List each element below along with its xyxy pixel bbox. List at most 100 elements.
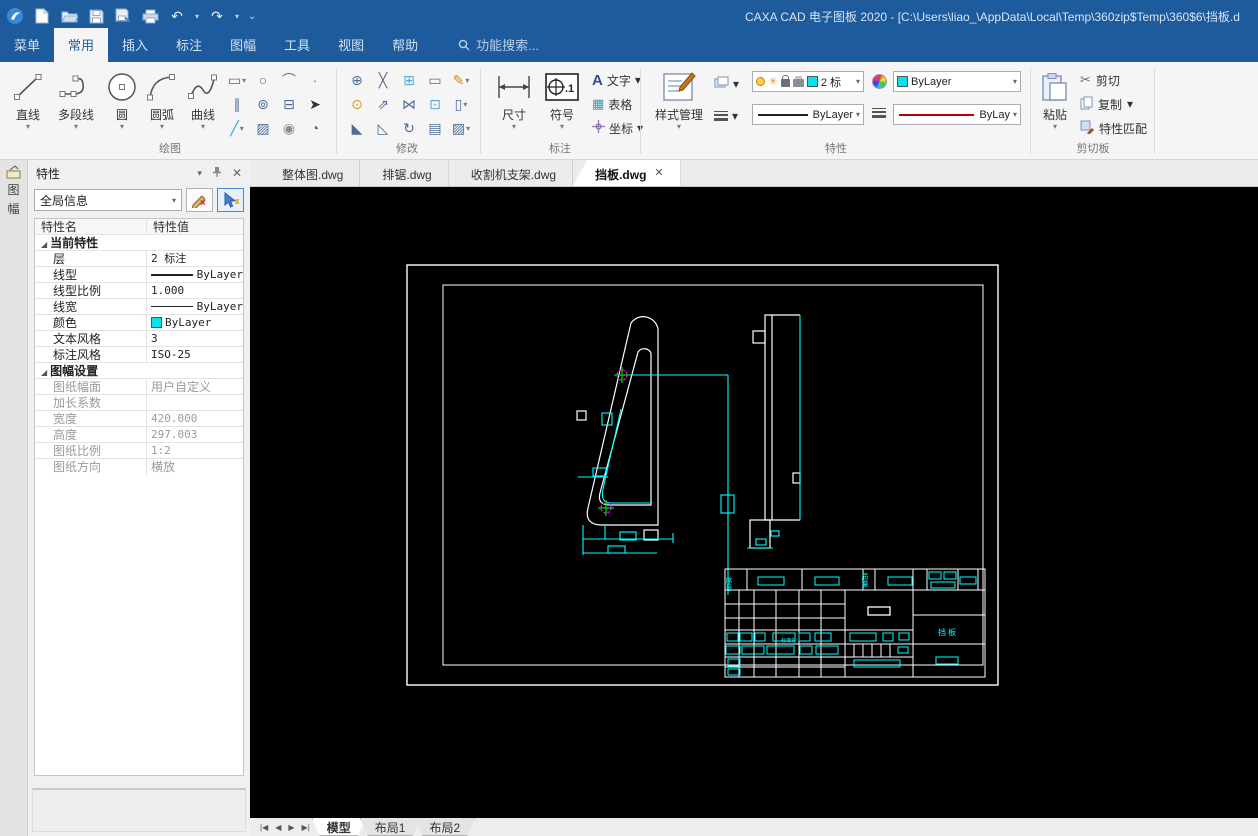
menu-item-annotate[interactable]: 标注: [162, 28, 216, 62]
ellipse-icon[interactable]: ○: [250, 68, 276, 92]
pie-icon[interactable]: ◔: [302, 116, 328, 140]
scope-selector[interactable]: 全局信息 ▾: [34, 189, 182, 211]
layer-combo[interactable]: ☀ 2 标 ▾: [752, 71, 864, 92]
pick-object-button[interactable]: [217, 188, 244, 212]
cut-icon: ✂: [1080, 72, 1091, 87]
color-combo[interactable]: ByLayer ▾: [893, 71, 1021, 92]
prop-row-linetype-scale[interactable]: 线型比例 1.000: [35, 283, 243, 299]
rectangle-icon[interactable]: ▭ ▾: [224, 68, 250, 92]
color-wheel-icon[interactable]: [872, 74, 887, 89]
tab-layout1[interactable]: 布局1: [360, 818, 421, 836]
group-current-properties[interactable]: ◢ 当前特性: [35, 235, 243, 251]
qat-customize-caret[interactable]: ⌄: [248, 11, 256, 22]
function-search[interactable]: 功能搜索...: [432, 28, 549, 62]
drawing-canvas[interactable]: 序号 质量 标准化 挡板: [250, 187, 1258, 818]
prop-row-linetype[interactable]: 线型 ByLayer: [35, 267, 243, 283]
ribbon-separator: [480, 68, 481, 154]
menu-item-insert[interactable]: 插入: [108, 28, 162, 62]
linetype-tool-button[interactable]: ▾: [714, 106, 738, 126]
open-file-button[interactable]: [60, 7, 78, 25]
scale-icon[interactable]: ◣: [344, 116, 370, 140]
rotate-ref-icon[interactable]: ⊙: [344, 92, 370, 116]
doc-tab[interactable]: 收割机支架.dwg: [449, 160, 574, 186]
menu-item-help[interactable]: 帮助: [378, 28, 432, 62]
text-button[interactable]: A 文字 ▾: [592, 70, 641, 90]
hatch-icon[interactable]: ▨: [250, 116, 276, 140]
undo-button[interactable]: ↶: [168, 7, 186, 25]
doc-tab[interactable]: 整体图.dwg: [260, 160, 361, 186]
close-tab-icon[interactable]: ✕: [654, 166, 663, 186]
trim-icon[interactable]: ╳: [370, 68, 396, 92]
gear-icon[interactable]: ◉: [276, 116, 302, 140]
3d-rotate-icon[interactable]: ▤: [422, 116, 448, 140]
move-icon[interactable]: ⊕: [344, 68, 370, 92]
chamfer-icon[interactable]: ◺: [370, 116, 396, 140]
clear-edit-button[interactable]: ×: [186, 188, 213, 212]
table-button[interactable]: ▦ 表格: [592, 94, 632, 114]
first-tab-icon[interactable]: |◀: [260, 823, 268, 832]
style-manager-icon: [662, 66, 696, 108]
prop-row-lineweight[interactable]: 线宽 ByLayer: [35, 299, 243, 315]
menu-item-tools[interactable]: 工具: [270, 28, 324, 62]
next-tab-icon[interactable]: ▶: [288, 823, 294, 832]
extend-icon[interactable]: ⇗: [370, 92, 396, 116]
edit-icon[interactable]: ✎ ▾: [448, 68, 474, 92]
properties-panel: 特性 ▾ ✕ 全局信息 ▾ × 特性名 特性值 ◢当前特性 层2 标注 线型: [28, 160, 250, 836]
menu-item-menu[interactable]: 菜单: [0, 28, 54, 62]
axis-line-icon[interactable]: ╱ ▾: [224, 116, 250, 140]
save-all-button[interactable]: [114, 7, 132, 25]
panel-menu-caret-icon[interactable]: ▾: [197, 168, 202, 179]
tab-model[interactable]: 模型: [312, 818, 366, 836]
array-icon[interactable]: ⊞: [396, 68, 422, 92]
save-button[interactable]: [87, 7, 105, 25]
center-rect-icon[interactable]: ⊚: [250, 92, 276, 116]
prop-row-dim-style[interactable]: 标注风格 ISO-25: [35, 347, 243, 363]
break-icon[interactable]: ⊡: [422, 92, 448, 116]
sheet-panel-tab[interactable]: 图 幅: [0, 160, 27, 217]
bolt-icon[interactable]: ⊟: [276, 92, 302, 116]
pin-icon[interactable]: [212, 166, 222, 180]
new-file-button[interactable]: [33, 7, 51, 25]
redo-button[interactable]: ↷: [208, 7, 226, 25]
doc-tab-active[interactable]: 挡板.dwg ✕: [573, 160, 681, 186]
prop-row-text-style[interactable]: 文本风格 3: [35, 331, 243, 347]
rotate-icon[interactable]: ↻: [396, 116, 422, 140]
arrow-icon[interactable]: ➤: [302, 92, 328, 116]
section-label-annotate: 标注: [549, 143, 571, 155]
parallel-line-icon[interactable]: ∥: [224, 92, 250, 116]
print-button[interactable]: [141, 7, 159, 25]
lineweight-combo[interactable]: ByLay ▾: [893, 104, 1021, 125]
layer-tool-button[interactable]: ▾: [714, 74, 739, 94]
doc-tab[interactable]: 排锯.dwg: [360, 160, 449, 186]
redo-dropdown-caret[interactable]: ▾: [235, 12, 239, 21]
menu-item-view[interactable]: 视图: [324, 28, 378, 62]
menu-bar: 菜单 常用 插入 标注 图幅 工具 视图 帮助 功能搜索...: [0, 28, 1258, 62]
linetype-combo[interactable]: ByLayer ▾: [752, 104, 864, 125]
mirror-icon[interactable]: ⋈: [396, 92, 422, 116]
coordinate-button[interactable]: 坐标▾: [592, 118, 643, 138]
match-properties-icon: [1080, 120, 1094, 137]
prev-tab-icon[interactable]: ◀: [275, 823, 281, 832]
modify-icon-grid: ⊕ ╳ ⊞ ▭ ✎ ▾ ⊙ ⇗ ⋈ ⊡ ▯ ▾ ◣ ◺ ↻ ▤ ▨ ▾: [344, 68, 474, 140]
copy-object-icon[interactable]: ▭: [422, 68, 448, 92]
point-icon[interactable]: ·: [302, 68, 328, 92]
prop-row-sheet-size: 图纸幅面 用户自定义: [35, 379, 243, 395]
stretch-icon[interactable]: ▯ ▾: [448, 92, 474, 116]
draw-icon-grid: ▭ ▾ ○ ⌒ · ∥ ⊚ ⊟ ➤ ╱ ▾ ▨ ◉ ◔: [224, 68, 328, 140]
undo-dropdown-caret[interactable]: ▾: [195, 12, 199, 21]
close-panel-icon[interactable]: ✕: [232, 166, 242, 180]
formula-curve-icon[interactable]: ⌒: [276, 68, 302, 92]
lineweight-icon[interactable]: [872, 108, 886, 118]
menu-item-sheet[interactable]: 图幅: [216, 28, 270, 62]
last-tab-icon[interactable]: ▶|: [302, 823, 310, 832]
group-sheet-settings[interactable]: ◢ 图幅设置: [35, 363, 243, 379]
cut-button[interactable]: ✂ 剪切: [1080, 70, 1120, 90]
menu-item-home[interactable]: 常用: [54, 28, 109, 62]
prop-row-layer[interactable]: 层2 标注: [35, 251, 243, 267]
prop-row-color[interactable]: 颜色 ByLayer: [35, 315, 243, 331]
tab-layout2[interactable]: 布局2: [414, 818, 475, 836]
copy-button[interactable]: 复制 ▾: [1080, 94, 1133, 114]
region-icon[interactable]: ▨ ▾: [448, 116, 474, 140]
panel-bottom-area: [32, 788, 246, 832]
match-properties-button[interactable]: 特性匹配: [1080, 118, 1147, 138]
